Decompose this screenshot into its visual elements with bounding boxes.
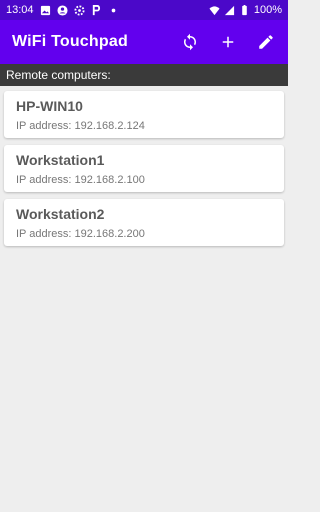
- parking-icon: [92, 4, 100, 15]
- status-bar: 13:04 100%: [0, 0, 288, 20]
- computer-name: Workstation1: [16, 152, 105, 168]
- computer-ip: IP address: 192.168.2.124: [16, 120, 145, 132]
- image-icon: [40, 5, 50, 15]
- status-time: 13:04: [6, 4, 34, 16]
- edit-button[interactable]: [256, 32, 276, 52]
- computer-name: Workstation2: [16, 206, 105, 222]
- add-computer-button[interactable]: [218, 32, 238, 52]
- signal-icon: [224, 5, 234, 15]
- computer-list: HP-WIN10 IP address: 192.168.2.124 Works…: [4, 91, 284, 253]
- wifi-icon: [209, 5, 220, 15]
- computer-name: HP-WIN10: [16, 98, 83, 114]
- computer-ip: IP address: 192.168.2.100: [16, 174, 145, 186]
- edit-icon: [259, 35, 273, 49]
- section-header: Remote computers:: [0, 64, 288, 86]
- computer-card[interactable]: HP-WIN10 IP address: 192.168.2.124: [4, 91, 284, 138]
- battery-icon: [242, 4, 247, 15]
- settings-icon: [73, 4, 85, 16]
- computer-ip: IP address: 192.168.2.200: [16, 228, 145, 240]
- refresh-icon: [184, 33, 196, 51]
- app-title: WiFi Touchpad: [12, 33, 128, 50]
- add-icon: [222, 36, 234, 48]
- battery-level: 100%: [253, 4, 282, 16]
- refresh-button[interactable]: [180, 32, 200, 52]
- app-actions: [180, 32, 276, 52]
- status-right: 100%: [209, 4, 282, 16]
- status-left: 13:04: [6, 4, 119, 16]
- dot-icon: [111, 8, 115, 12]
- computer-card[interactable]: Workstation2 IP address: 192.168.2.200: [4, 199, 284, 246]
- account-icon: [56, 4, 68, 16]
- app-bar: WiFi Touchpad: [0, 20, 288, 64]
- section-label: Remote computers:: [6, 68, 111, 82]
- computer-card[interactable]: Workstation1 IP address: 192.168.2.100: [4, 145, 284, 192]
